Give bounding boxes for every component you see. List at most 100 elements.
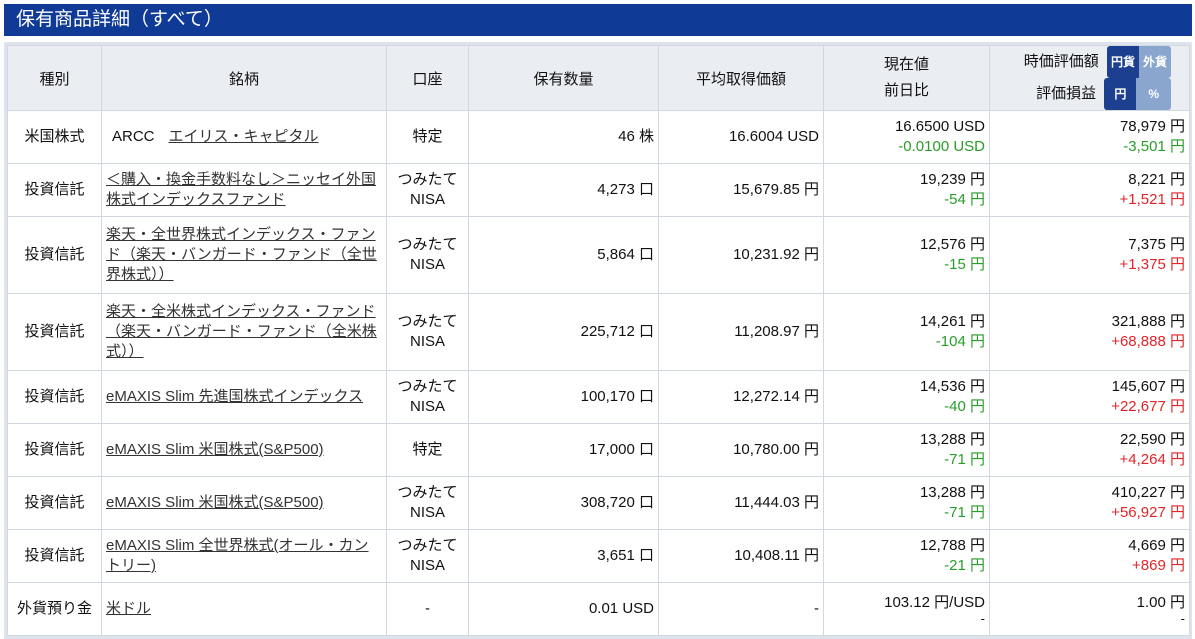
row-valuation-cell: 410,227 円 +56,927 円: [989, 476, 1190, 530]
gain-toggle-percent[interactable]: %: [1136, 78, 1171, 110]
row-quantity: 308,720 口: [468, 476, 659, 530]
row-price: 16.6500 USD: [894, 118, 985, 135]
table-row: 米国株式 ARCC エイリス・キャピタル 特定 46 株 16.6004 USD …: [7, 110, 1190, 164]
row-price-cell: 13,288 円 -71 円: [823, 476, 990, 530]
row-account: つみたてNISA: [386, 163, 469, 217]
row-category: 投資信託: [7, 216, 102, 294]
valuation-currency-toggle[interactable]: 円貨 外貨: [1106, 46, 1171, 78]
gain-toggle-yen[interactable]: 円: [1104, 78, 1137, 110]
row-category: 投資信託: [7, 423, 102, 477]
row-name-cell: 米ドル: [101, 582, 387, 636]
row-name-cell: ＜購入・換金手数料なし＞ニッセイ外国株式インデックスファンド: [101, 163, 387, 217]
row-price: 13,288 円: [919, 484, 985, 501]
row-change: -: [980, 611, 985, 626]
row-category: 外貨預り金: [7, 582, 102, 636]
row-valuation-cell: 8,221 円 +1,521 円: [989, 163, 1190, 217]
row-avg-cost: 10,780.00 円: [658, 423, 824, 477]
table-row: 投資信託 楽天・全世界株式インデックス・ファンド（楽天・バンガード・ファンド（全…: [7, 216, 1190, 294]
header-valuation: 時価評価額: [1023, 52, 1099, 70]
row-change: -15 円: [944, 256, 985, 273]
row-valuation: 8,221 円: [1128, 171, 1185, 188]
row-gain: +869 円: [1132, 557, 1185, 574]
row-account: 特定: [386, 110, 469, 164]
row-change: -54 円: [944, 191, 985, 208]
row-change: -21 円: [944, 557, 985, 574]
header-current-price: 現在値: [883, 56, 929, 73]
row-avg-cost: -: [658, 582, 824, 636]
row-price: 14,261 円: [919, 313, 985, 330]
row-name-link[interactable]: eMAXIS Slim 米国株式(S&P500): [106, 494, 324, 511]
row-quantity: 4,273 口: [468, 163, 659, 217]
row-valuation: 1.00 円: [1136, 594, 1185, 611]
row-price: 12,788 円: [919, 537, 985, 554]
row-price-cell: 19,239 円 -54 円: [823, 163, 990, 217]
row-valuation-cell: 321,888 円 +68,888 円: [989, 293, 1190, 371]
row-category: 投資信託: [7, 476, 102, 530]
row-valuation: 410,227 円: [1111, 484, 1185, 501]
valuation-toggle-foreign[interactable]: 外貨: [1138, 46, 1171, 78]
header-valuation-gain: 時価評価額 円貨 外貨 評価損益 円 %: [989, 45, 1190, 111]
row-price: 19,239 円: [919, 171, 985, 188]
row-valuation-cell: 145,607 円 +22,677 円: [989, 370, 1190, 424]
row-name-cell: eMAXIS Slim 米国株式(S&P500): [101, 423, 387, 477]
row-change: -71 円: [944, 451, 985, 468]
row-valuation-cell: 1.00 円 -: [989, 582, 1190, 636]
row-quantity: 0.01 USD: [468, 582, 659, 636]
row-category: 投資信託: [7, 370, 102, 424]
row-name-link[interactable]: 楽天・全世界株式インデックス・ファンド（楽天・バンガード・ファンド（全世界株式）…: [106, 226, 377, 283]
row-quantity: 225,712 口: [468, 293, 659, 371]
row-name-link[interactable]: 米ドル: [106, 600, 151, 617]
valuation-toggle-jpy[interactable]: 円貨: [1106, 46, 1139, 78]
row-name-link[interactable]: eMAXIS Slim 全世界株式(オール・カントリー): [106, 537, 369, 574]
row-gain: +68,888 円: [1111, 333, 1185, 350]
row-change: -0.0100 USD: [898, 138, 985, 155]
row-price-cell: 14,261 円 -104 円: [823, 293, 990, 371]
row-quantity: 3,651 口: [468, 529, 659, 583]
row-name-link[interactable]: eMAXIS Slim 米国株式(S&P500): [106, 441, 324, 458]
gain-unit-toggle[interactable]: 円 %: [1104, 78, 1171, 110]
row-price: 13,288 円: [919, 431, 985, 448]
row-valuation: 78,979 円: [1119, 118, 1185, 135]
header-quantity: 保有数量: [468, 45, 659, 111]
row-name-link[interactable]: 楽天・全米株式インデックス・ファンド（楽天・バンガード・ファンド（全米株式））: [106, 303, 377, 360]
header-price: 現在値 前日比: [823, 45, 990, 111]
table-row: 投資信託 eMAXIS Slim 米国株式(S&P500) つみたてNISA 3…: [7, 476, 1190, 530]
row-avg-cost: 10,231.92 円: [658, 216, 824, 294]
row-account: つみたてNISA: [386, 216, 469, 294]
row-gain: +1,375 円: [1119, 256, 1185, 273]
row-category: 投資信託: [7, 163, 102, 217]
header-name: 銘柄: [101, 45, 387, 111]
row-quantity: 46 株: [468, 110, 659, 164]
row-gain: -3,501 円: [1123, 138, 1185, 155]
row-quantity: 100,170 口: [468, 370, 659, 424]
row-price-cell: 12,788 円 -21 円: [823, 529, 990, 583]
row-account: -: [386, 582, 469, 636]
holdings-table: 種別 銘柄 口座 保有数量 平均取得価額 現在値 前日比 時価評価額 円貨 外貨…: [7, 45, 1190, 636]
row-price-cell: 14,536 円 -40 円: [823, 370, 990, 424]
row-avg-cost: 15,679.85 円: [658, 163, 824, 217]
table-row: 外貨預り金 米ドル - 0.01 USD - 103.12 円/USD - 1.…: [7, 582, 1190, 636]
row-gain: +22,677 円: [1111, 398, 1185, 415]
row-avg-cost: 11,444.03 円: [658, 476, 824, 530]
row-price-cell: 103.12 円/USD -: [823, 582, 990, 636]
table-row: 投資信託 eMAXIS Slim 全世界株式(オール・カントリー) つみたてNI…: [7, 529, 1190, 583]
row-gain: +56,927 円: [1111, 504, 1185, 521]
row-name-link[interactable]: エイリス・キャピタル: [169, 128, 319, 145]
row-category: 投資信託: [7, 529, 102, 583]
row-name-link[interactable]: ＜購入・換金手数料なし＞ニッセイ外国株式インデックスファンド: [106, 171, 376, 208]
row-gain: -: [1180, 611, 1185, 626]
row-valuation: 7,375 円: [1128, 236, 1185, 253]
row-price: 14,536 円: [919, 378, 985, 395]
row-account: つみたてNISA: [386, 293, 469, 371]
row-name-link[interactable]: eMAXIS Slim 先進国株式インデックス: [106, 388, 363, 405]
row-valuation-cell: 4,669 円 +869 円: [989, 529, 1190, 583]
row-change: -71 円: [944, 504, 985, 521]
header-avg-cost: 平均取得価額: [658, 45, 824, 111]
row-quantity: 5,864 口: [468, 216, 659, 294]
row-price: 103.12 円/USD: [884, 594, 985, 611]
row-avg-cost: 11,208.97 円: [658, 293, 824, 371]
table-row: 投資信託 eMAXIS Slim 米国株式(S&P500) 特定 17,000 …: [7, 423, 1190, 477]
table-row: 投資信託 楽天・全米株式インデックス・ファンド（楽天・バンガード・ファンド（全米…: [7, 293, 1190, 371]
row-price-cell: 13,288 円 -71 円: [823, 423, 990, 477]
row-name-cell: ARCC エイリス・キャピタル: [101, 110, 387, 164]
